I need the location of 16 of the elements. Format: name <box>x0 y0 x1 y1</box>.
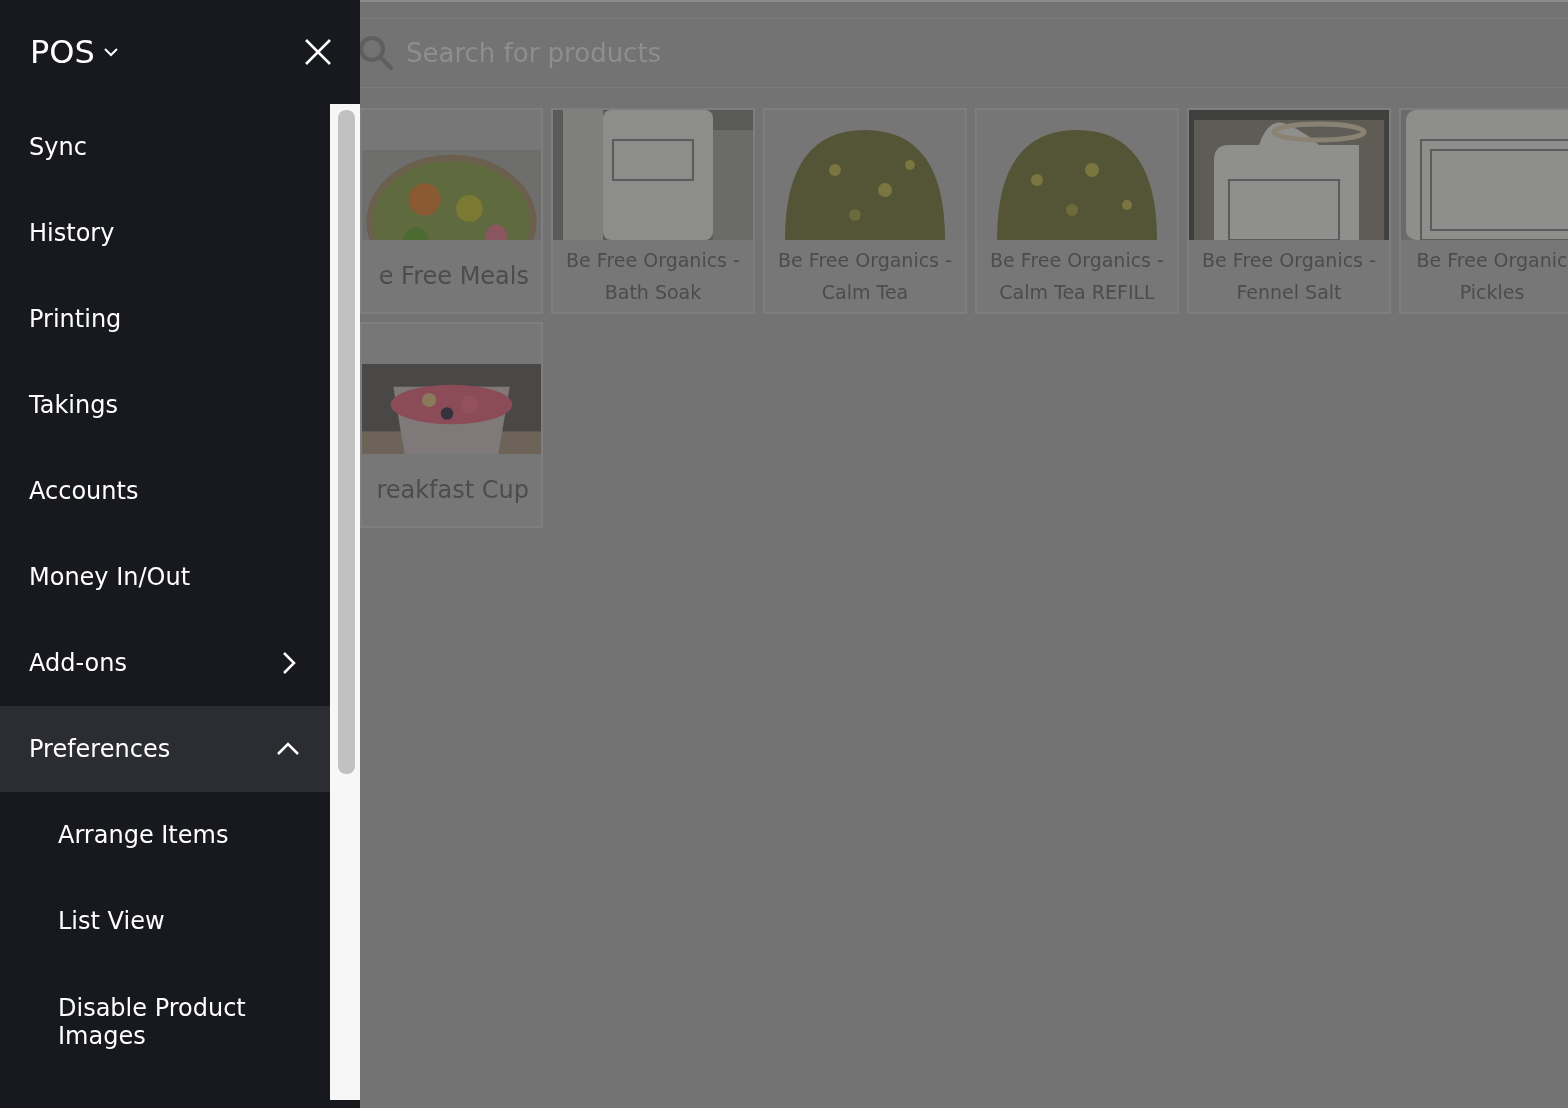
menu-item[interactable]: Sync <box>0 104 330 190</box>
menu-item[interactable]: History <box>0 190 330 276</box>
menu-item[interactable]: List View <box>0 878 330 964</box>
menu-item[interactable]: Arrange Items <box>0 792 330 878</box>
search-icon <box>358 35 394 71</box>
menu-item[interactable]: Money In/Out <box>0 534 330 620</box>
scrollbar-thumb[interactable] <box>338 110 355 774</box>
menu-item[interactable]: Add-ons <box>0 620 330 706</box>
menu-item[interactable]: Accounts <box>0 448 330 534</box>
close-button[interactable] <box>304 38 332 66</box>
menu-item[interactable]: Disable Product Images <box>0 964 330 1080</box>
caret-icon <box>102 47 119 57</box>
app-switcher[interactable]: POS <box>30 33 119 71</box>
menu-item[interactable]: Preferences <box>0 706 330 792</box>
menu-item[interactable]: Printing <box>0 276 330 362</box>
menu-item[interactable]: Takings <box>0 362 330 448</box>
